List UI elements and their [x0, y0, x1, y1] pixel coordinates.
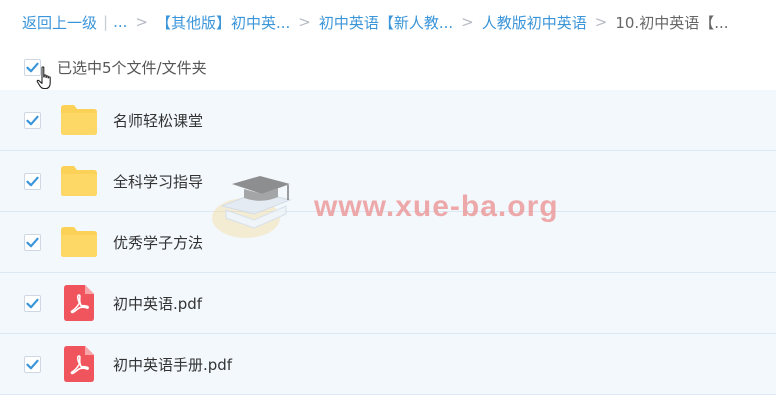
- file-list: 名师轻松课堂 全科学习指导 优秀学子方法 初中英语.pdf 初中英语手册.pdf: [0, 90, 776, 395]
- checkmark-icon: [26, 298, 39, 308]
- breadcrumb-divider: |: [103, 13, 109, 31]
- pdf-file-icon: [59, 283, 99, 323]
- breadcrumb-separator: >: [594, 13, 608, 31]
- file-name[interactable]: 初中英语手册.pdf: [113, 354, 232, 375]
- file-browser: 返回上一级 | ... > 【其他版】初中英... > 初中英语【新人教... …: [0, 0, 776, 417]
- breadcrumb-item[interactable]: 【其他版】初中英...: [156, 12, 290, 33]
- file-row[interactable]: 初中英语手册.pdf: [0, 334, 776, 395]
- file-name[interactable]: 优秀学子方法: [113, 232, 203, 253]
- checkmark-icon: [26, 62, 39, 72]
- folder-icon: [59, 222, 99, 262]
- row-checkbox[interactable]: [24, 355, 41, 373]
- selection-bar: 已选中5个文件/文件夹: [0, 44, 776, 90]
- checkmark-icon: [26, 359, 39, 369]
- folder-icon: [59, 100, 99, 140]
- file-row[interactable]: 初中英语.pdf: [0, 273, 776, 334]
- breadcrumb-current: 10.初中英语【...: [615, 13, 729, 32]
- breadcrumb-item[interactable]: 人教版初中英语: [482, 12, 587, 33]
- file-row[interactable]: 优秀学子方法: [0, 212, 776, 273]
- file-name[interactable]: 名师轻松课堂: [113, 110, 203, 131]
- breadcrumb-ellipsis[interactable]: ...: [113, 13, 127, 31]
- breadcrumb-separator: >: [298, 13, 311, 31]
- row-checkbox[interactable]: [24, 172, 41, 190]
- pdf-file-icon: [59, 344, 99, 384]
- folder-icon: [59, 161, 99, 201]
- file-name[interactable]: 全科学习指导: [113, 171, 203, 192]
- row-checkbox[interactable]: [24, 294, 41, 312]
- checkmark-icon: [26, 115, 39, 125]
- breadcrumb: 返回上一级 | ... > 【其他版】初中英... > 初中英语【新人教... …: [0, 0, 776, 44]
- file-row[interactable]: 名师轻松课堂: [0, 90, 776, 151]
- breadcrumb-separator: >: [135, 13, 148, 31]
- file-row[interactable]: 全科学习指导: [0, 151, 776, 212]
- file-name[interactable]: 初中英语.pdf: [113, 293, 202, 314]
- row-checkbox[interactable]: [24, 233, 41, 251]
- checkmark-icon: [26, 176, 39, 186]
- breadcrumb-separator: >: [461, 13, 474, 31]
- row-checkbox[interactable]: [24, 111, 41, 129]
- selection-count-label: 已选中5个文件/文件夹: [57, 58, 207, 77]
- breadcrumb-item[interactable]: 初中英语【新人教...: [319, 12, 453, 33]
- back-link[interactable]: 返回上一级: [22, 12, 97, 33]
- checkmark-icon: [26, 237, 39, 247]
- select-all-checkbox[interactable]: [24, 58, 41, 76]
